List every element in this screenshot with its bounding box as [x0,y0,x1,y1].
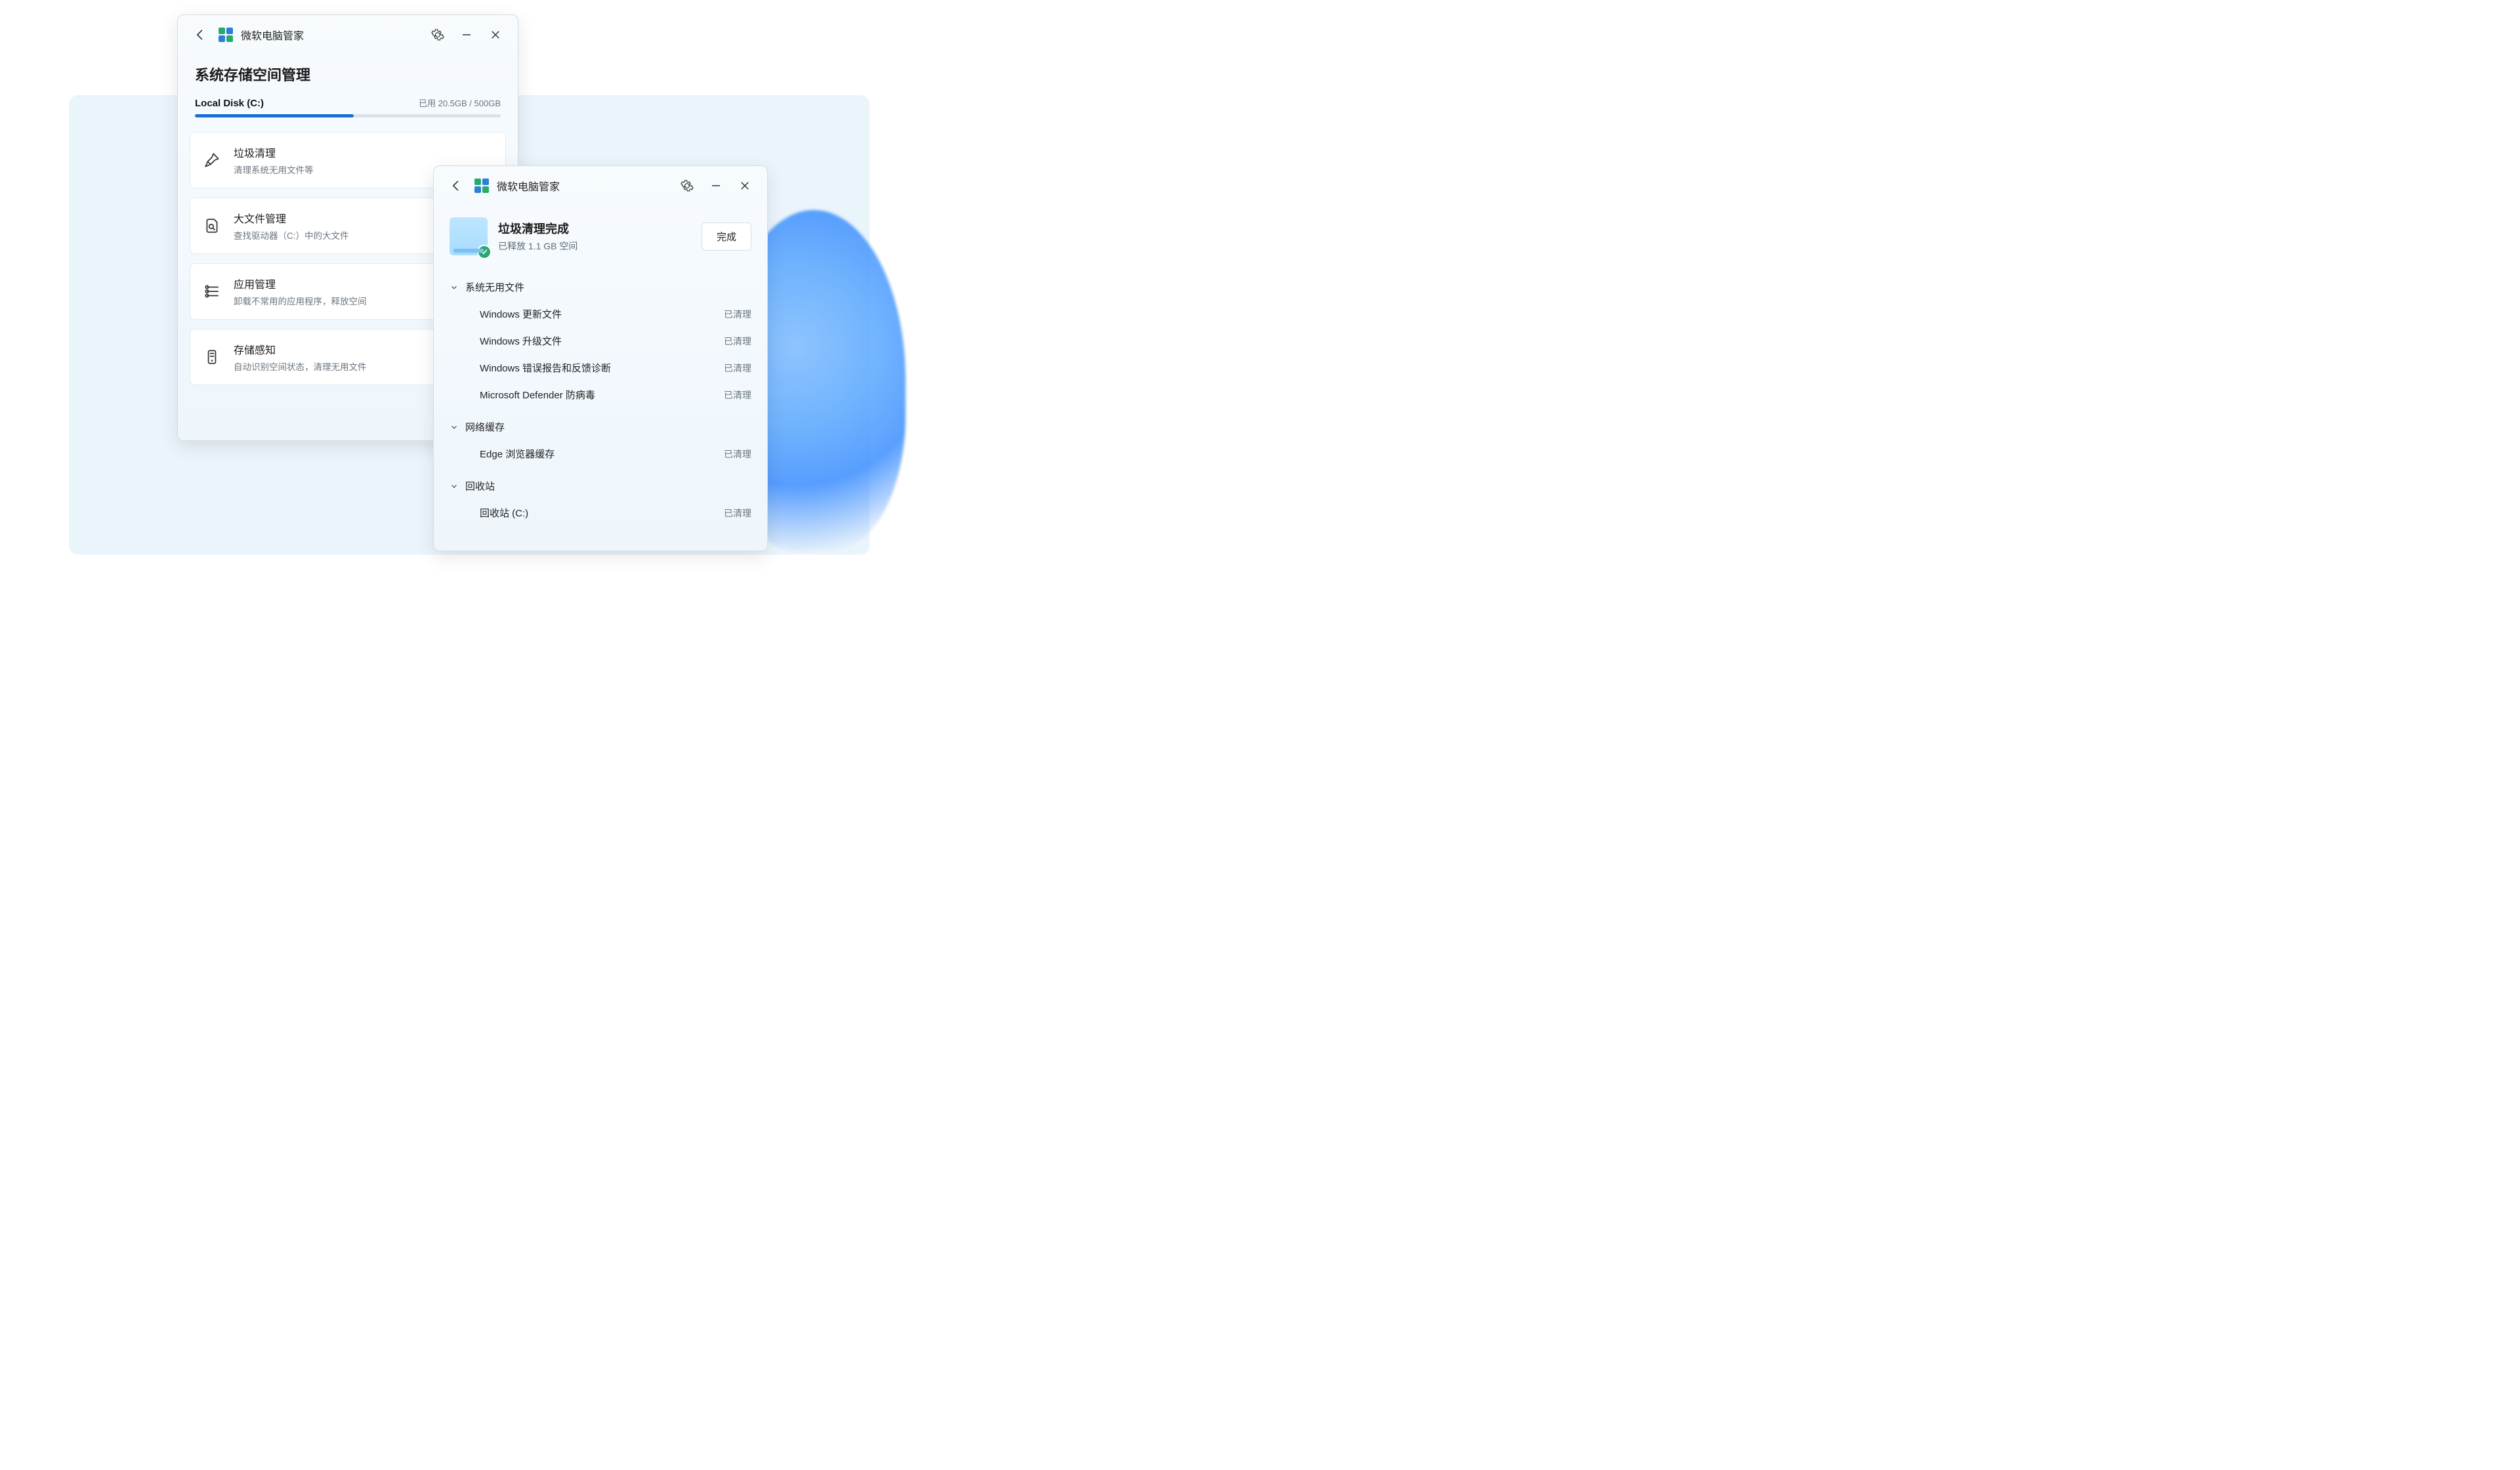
tree-item-label: Edge 浏览器缓存 [480,447,555,461]
tree-item: 回收站 (C:) 已清理 [450,499,751,526]
disk-usage-bar [195,114,501,117]
card-subtitle: 自动识别空间状态，清理无用文件 [234,360,367,373]
card-title: 应用管理 [234,276,367,291]
card-title: 存储感知 [234,341,367,357]
minimize-button[interactable] [705,175,726,196]
arrow-left-icon [194,28,207,41]
tree-item: Windows 升级文件 已清理 [450,327,751,354]
tree-item-status: 已清理 [724,308,751,321]
chevron-down-icon [450,283,459,292]
app-logo-icon [474,178,489,193]
disk-usage-bar-fill [195,114,354,117]
tree-group-header[interactable]: 网络缓存 [450,413,751,440]
tree-group-label: 网络缓存 [465,420,505,434]
result-header: 垃圾清理完成 已释放 1.1 GB 空间 完成 [434,203,767,262]
sliders-icon [202,282,222,301]
close-button[interactable] [734,175,755,196]
gear-icon [681,179,694,192]
card-title: 大文件管理 [234,210,349,226]
result-subtitle: 已释放 1.1 GB 空间 [498,240,691,253]
minimize-button[interactable] [456,24,477,45]
tree-item-status: 已清理 [724,388,751,402]
tree-item-label: 回收站 (C:) [480,506,528,520]
page-title: 系统存储空间管理 [178,52,518,96]
arrow-left-icon [450,179,463,192]
tree-group-label: 系统无用文件 [465,280,524,294]
titlebar: 微软电脑管家 [178,15,518,52]
app-title: 微软电脑管家 [497,178,560,194]
app-logo-icon [219,28,233,42]
disk-row: Local Disk (C:) 已用 20.5GB / 500GB [178,96,518,109]
app-title: 微软电脑管家 [241,27,304,43]
tree-group-header[interactable]: 系统无用文件 [450,274,751,301]
disk-thumb-icon [450,217,488,255]
close-icon [739,180,751,192]
tree-item-label: Windows 错误报告和反馈诊断 [480,361,611,375]
tree-item-status: 已清理 [724,507,751,520]
close-icon [490,29,501,41]
chevron-down-icon [450,423,459,432]
tree-item: Edge 浏览器缓存 已清理 [450,440,751,467]
cleanup-result-window: 微软电脑管家 垃圾清理完成 已释放 1.1 GB 空间 完成 系 [433,165,768,551]
tree-item-label: Windows 更新文件 [480,307,562,321]
file-search-icon [202,216,222,236]
chevron-down-icon [450,482,459,491]
storage-icon [202,347,222,367]
tree-item-label: Microsoft Defender 防病毒 [480,388,595,402]
tree-item: Windows 更新文件 已清理 [450,301,751,327]
disk-name: Local Disk (C:) [195,98,264,109]
cleanup-tree: 系统无用文件 Windows 更新文件 已清理 Windows 升级文件 已清理… [434,262,767,526]
result-title: 垃圾清理完成 [498,220,691,237]
minimize-icon [710,180,722,192]
check-badge-icon [477,245,492,259]
back-button[interactable] [446,175,467,196]
tree-item-status: 已清理 [724,448,751,461]
minimize-icon [461,29,472,41]
settings-button[interactable] [677,175,698,196]
card-subtitle: 查找驱动器（C:）中的大文件 [234,228,349,242]
tree-item-status: 已清理 [724,335,751,348]
settings-button[interactable] [427,24,448,45]
card-subtitle: 卸载不常用的应用程序，释放空间 [234,294,367,307]
back-button[interactable] [190,24,211,45]
card-subtitle: 清理系统无用文件等 [234,163,314,176]
close-button[interactable] [485,24,506,45]
tree-item: Microsoft Defender 防病毒 已清理 [450,381,751,408]
titlebar: 微软电脑管家 [434,166,767,203]
tree-group-label: 回收站 [465,479,495,493]
tree-group-header[interactable]: 回收站 [450,472,751,499]
tree-item: Windows 错误报告和反馈诊断 已清理 [450,354,751,381]
tree-item-status: 已清理 [724,362,751,375]
card-title: 垃圾清理 [234,144,314,160]
broom-icon [202,150,222,170]
gear-icon [431,28,444,41]
disk-usage: 已用 20.5GB / 500GB [419,96,501,109]
tree-item-label: Windows 升级文件 [480,334,562,348]
done-button[interactable]: 完成 [702,222,751,251]
